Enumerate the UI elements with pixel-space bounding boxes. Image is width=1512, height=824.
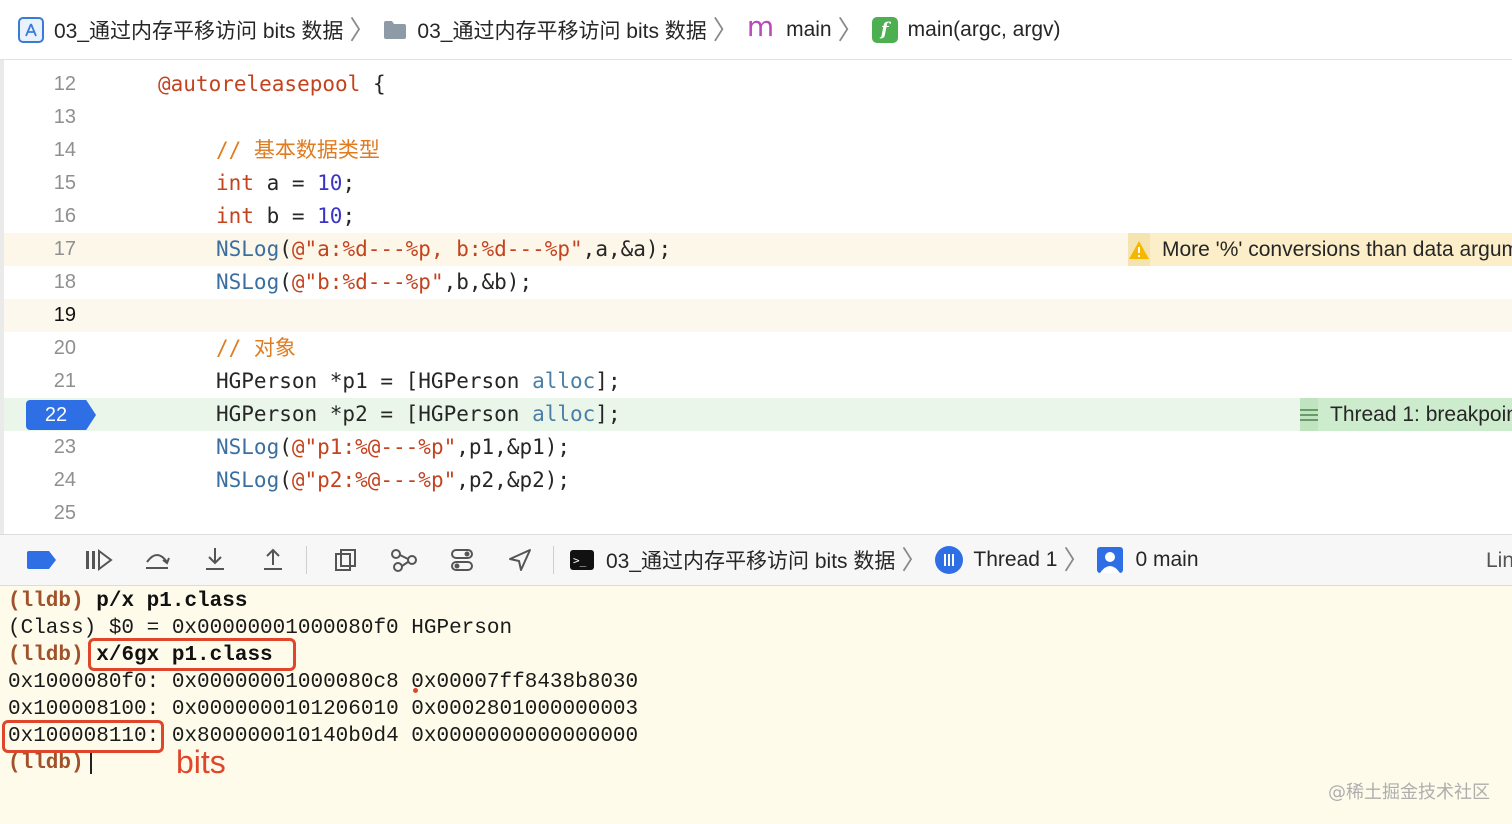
debug-toolbar: >_ 03_通过内存平移访问 bits 数据 〉 Thread 1 〉 0 ma… xyxy=(0,534,1512,586)
breadcrumb-folder[interactable]: 03_通过内存平移访问 bits 数据 xyxy=(383,15,707,45)
code-text: NSLog(@"b:%d---%p",b,&b); xyxy=(216,270,533,294)
chevron-right-icon: 〉 xyxy=(712,14,739,45)
breakpoint-marker[interactable]: 22 xyxy=(26,400,96,430)
line-number[interactable]: 18 xyxy=(4,266,76,299)
debug-process-crumb[interactable]: >_ 03_通过内存平移访问 bits 数据 xyxy=(570,545,895,575)
debug-process-label: 03_通过内存平移访问 bits 数据 xyxy=(606,550,896,573)
environment-overrides-button[interactable] xyxy=(443,541,481,579)
debug-frame-label: 0 main xyxy=(1135,548,1199,571)
chevron-right-icon: 〉 xyxy=(837,14,864,45)
breadcrumb-project-label: 03_通过内存平移访问 bits 数据 xyxy=(54,19,344,43)
chevron-right-icon: 〉 xyxy=(901,545,928,575)
breakpoints-toggle-button[interactable] xyxy=(22,541,60,579)
code-line[interactable]: 16 int b = 10; xyxy=(4,200,1512,233)
toolbar-divider xyxy=(553,546,554,574)
breadcrumb-function-label: main(argc, argv) xyxy=(907,17,1061,41)
warning-icon xyxy=(1128,233,1150,266)
code-line-current[interactable]: 19 xyxy=(4,299,1512,332)
line-number[interactable]: 25 xyxy=(4,497,76,530)
console-input-line[interactable]: (lldb) xyxy=(8,750,92,777)
annotation-dot xyxy=(413,688,418,693)
code-line[interactable]: 25 xyxy=(4,497,1512,530)
annotation-box-command xyxy=(88,638,296,671)
line-number[interactable]: 24 xyxy=(4,464,76,497)
list-icon xyxy=(1300,398,1318,431)
line-number[interactable]: 15 xyxy=(4,167,76,200)
breadcrumb-function[interactable]: f main(argc, argv) xyxy=(871,16,1061,43)
code-text: HGPerson *p1 = [HGPerson alloc]; xyxy=(216,369,621,393)
step-out-button[interactable] xyxy=(254,541,292,579)
line-number[interactable]: 17 xyxy=(4,233,76,266)
jump-bar: 03_通过内存平移访问 bits 数据 〉 03_通过内存平移访问 bits 数… xyxy=(0,0,1512,60)
code-text: @autoreleasepool { xyxy=(158,72,386,96)
code-text: int a = 10; xyxy=(216,171,356,195)
code-line[interactable]: 20 // 对象 xyxy=(4,332,1512,365)
line-number[interactable]: 19 xyxy=(4,299,76,332)
breadcrumb-folder-label: 03_通过内存平移访问 bits 数据 xyxy=(417,19,707,43)
line-label: Line xyxy=(1486,549,1512,572)
chevron-right-icon: 〉 xyxy=(1063,545,1090,575)
breadcrumb-file-label: main xyxy=(786,17,832,41)
warning-message: More '%' conversions than data arguments xyxy=(1162,237,1512,261)
code-text: HGPerson *p2 = [HGPerson alloc]; xyxy=(216,402,621,426)
memory-row: 0x1000080f0: 0x00000001000080c8 0x00007f… xyxy=(8,671,639,694)
thread-icon xyxy=(935,546,964,574)
terminal-icon: >_ xyxy=(570,550,594,570)
warning-annotation[interactable]: More '%' conversions than data arguments xyxy=(1128,233,1512,266)
code-line[interactable]: 18 NSLog(@"b:%d---%p",b,&b); xyxy=(4,266,1512,299)
line-number[interactable]: 14 xyxy=(4,134,76,167)
user-frame-icon xyxy=(1097,547,1124,573)
line-number[interactable]: 12 xyxy=(4,68,76,101)
chevron-right-icon: 〉 xyxy=(349,14,376,45)
breadcrumb-project[interactable]: 03_通过内存平移访问 bits 数据 xyxy=(18,15,343,45)
code-line[interactable]: 24 NSLog(@"p2:%@---%p",p2,&p2); xyxy=(4,464,1512,497)
code-editor[interactable]: 12 @autoreleasepool { 13 14 // 基本数据类型 15… xyxy=(0,60,1512,534)
code-line-breakpoint[interactable]: 22 HGPerson *p2 = [HGPerson alloc]; Thre… xyxy=(4,398,1512,431)
continue-button[interactable] xyxy=(80,541,118,579)
debug-thread-crumb[interactable]: Thread 1 xyxy=(935,546,1057,574)
line-number[interactable]: 16 xyxy=(4,200,76,233)
code-line[interactable]: 12 @autoreleasepool { xyxy=(4,68,1512,101)
step-into-button[interactable] xyxy=(196,541,234,579)
simulate-location-button[interactable] xyxy=(501,541,539,579)
m-file-icon: m xyxy=(746,9,775,43)
debug-frame-crumb[interactable]: 0 main xyxy=(1097,547,1199,573)
line-number[interactable]: 21 xyxy=(4,365,76,398)
line-number[interactable]: 23 xyxy=(4,431,76,464)
console-command-line: (lldb) p/x p1.class xyxy=(8,590,248,613)
lldb-console[interactable]: (lldb) p/x p1.class (Class) $0 = 0x00000… xyxy=(0,586,1512,824)
line-number[interactable]: 13 xyxy=(4,101,76,134)
code-comment: // 对象 xyxy=(216,336,296,360)
toolbar-divider xyxy=(306,546,307,574)
folder-icon xyxy=(383,20,407,40)
watermark: @稀土掘金技术社区 xyxy=(1328,782,1490,803)
debug-view-hierarchy-button[interactable] xyxy=(327,541,365,579)
code-line-warning[interactable]: 17 NSLog(@"a:%d---%p, b:%d---%p",a,&a); … xyxy=(4,233,1512,266)
memory-graph-button[interactable] xyxy=(385,541,423,579)
memory-row: 0x100008100: 0x0000000101206010 0x000280… xyxy=(8,698,639,721)
code-line[interactable]: 15 int a = 10; xyxy=(4,167,1512,200)
code-line[interactable]: 21 HGPerson *p1 = [HGPerson alloc]; xyxy=(4,365,1512,398)
code-line[interactable]: 13 xyxy=(4,101,1512,134)
code-comment: // 基本数据类型 xyxy=(216,138,380,162)
debug-thread-label: Thread 1 xyxy=(973,548,1058,571)
code-text: NSLog(@"p1:%@---%p",p1,&p1); xyxy=(216,435,571,459)
code-line[interactable]: 23 NSLog(@"p1:%@---%p",p1,&p1); xyxy=(4,431,1512,464)
code-text: NSLog(@"a:%d---%p, b:%d---%p",a,&a); xyxy=(216,237,672,261)
text-cursor xyxy=(89,750,92,775)
code-line[interactable]: 14 // 基本数据类型 xyxy=(4,134,1512,167)
annotation-box-bits-address xyxy=(2,720,164,753)
function-icon: f xyxy=(871,16,898,43)
annotation-label-bits: bits xyxy=(176,744,226,780)
code-text: int b = 10; xyxy=(216,204,356,228)
app-target-icon xyxy=(18,16,44,43)
breakpoint-message: Thread 1: breakpoint 1.1 xyxy=(1330,402,1512,426)
breadcrumb-file[interactable]: m main xyxy=(747,12,832,42)
line-number[interactable]: 20 xyxy=(4,332,76,365)
code-text: NSLog(@"p2:%@---%p",p2,&p2); xyxy=(216,468,571,492)
breakpoint-annotation[interactable]: Thread 1: breakpoint 1.1 xyxy=(1300,398,1512,431)
step-over-button[interactable] xyxy=(138,541,176,579)
